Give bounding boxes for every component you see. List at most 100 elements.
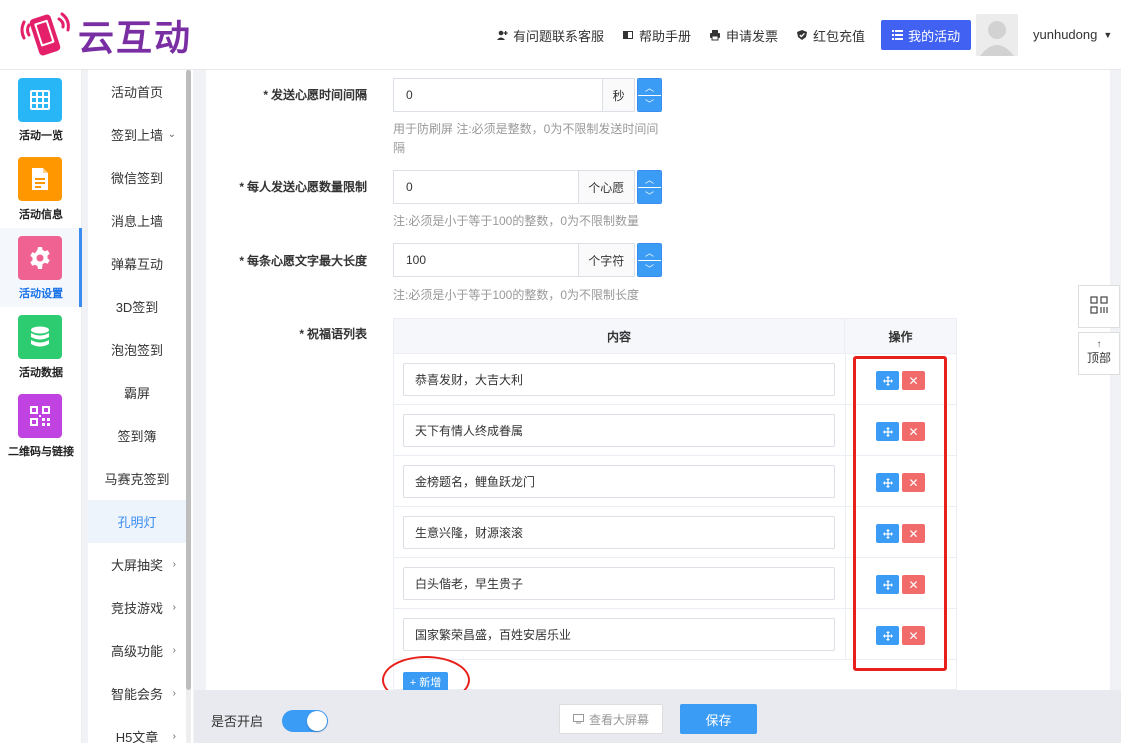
submenu-label: H5文章 xyxy=(115,730,159,743)
submenu-item-smart-meeting[interactable]: 智能会务 › xyxy=(88,672,186,715)
printer-icon xyxy=(709,29,721,41)
shield-check-icon xyxy=(796,29,808,41)
annotation-highlight-actions xyxy=(853,356,947,671)
submenu-item-wechat-checkin[interactable]: 微信签到 xyxy=(88,156,186,199)
submenu-label: 活动首页 xyxy=(110,85,163,100)
enable-toggle[interactable] xyxy=(282,710,328,732)
rail-item-qrcode-link[interactable]: 二维码与链接 xyxy=(0,386,82,465)
main-nav-rail: 活动一览 活动信息 活动设置 活动数据 二维码与链接 xyxy=(0,70,82,743)
chevron-right-icon: › xyxy=(172,688,176,699)
count-input[interactable] xyxy=(394,171,578,203)
chevron-right-icon: › xyxy=(172,602,176,613)
table-header: 内容 操作 xyxy=(394,319,956,354)
submenu-scrollbar[interactable] xyxy=(186,70,191,743)
submenu-label: 竞技游戏 xyxy=(110,601,163,616)
blessing-input[interactable]: 天下有情人终成眷属 xyxy=(403,414,835,447)
submenu-item-checkin-wall[interactable]: 签到上墙 ⌄ xyxy=(88,113,186,156)
help-manual-link[interactable]: 帮助手册 xyxy=(622,26,691,45)
red-packet-recharge-label: 红包充值 xyxy=(813,28,866,44)
interval-stepper[interactable]: ︿ ﹀ xyxy=(637,78,662,112)
count-stepper[interactable]: ︿ ﹀ xyxy=(637,170,662,204)
submenu-item-danmaku[interactable]: 弹幕互动 xyxy=(88,242,186,285)
submenu-item-bubble-checkin[interactable]: 泡泡签到 xyxy=(88,328,186,371)
chevron-up-icon[interactable]: ︿ xyxy=(638,79,661,95)
top-nav: 有问题联系客服 帮助手册 申请发票 红包充值 我的活动 xyxy=(496,20,972,50)
submenu-label: 3D签到 xyxy=(115,300,159,315)
submenu-label: 签到簿 xyxy=(117,429,157,444)
interval-field: 秒 xyxy=(393,78,635,112)
submenu-label: 大屏抽奖 xyxy=(110,558,163,573)
rail-item-activity-info[interactable]: 活动信息 xyxy=(0,149,82,228)
length-hint: 注:必须是小于等于100的整数，0为不限制长度 xyxy=(393,288,640,302)
submenu-item-games[interactable]: 竞技游戏 › xyxy=(88,586,186,629)
scrollbar-thumb[interactable] xyxy=(186,70,191,690)
rail-label: 活动信息 xyxy=(19,209,63,221)
avatar[interactable] xyxy=(976,14,1018,56)
submenu-item-activity-home[interactable]: 活动首页 xyxy=(88,70,186,113)
length-input[interactable] xyxy=(394,244,578,276)
save-button[interactable]: 保存 xyxy=(680,704,757,734)
rail-label: 活动设置 xyxy=(19,288,63,300)
submenu-label: 马赛克签到 xyxy=(104,472,170,487)
submenu-item-h5-article[interactable]: H5文章 › xyxy=(88,715,186,743)
submenu-label: 微信签到 xyxy=(110,171,163,186)
document-icon xyxy=(18,157,62,201)
blessing-input[interactable]: 生意兴隆，财源滚滚 xyxy=(403,516,835,549)
blessing-input[interactable]: 恭喜发财，大吉大利 xyxy=(403,363,835,396)
blessing-input[interactable]: 金榜题名，鲤鱼跃龙门 xyxy=(403,465,835,498)
column-header-action: 操作 xyxy=(888,330,913,344)
my-activity-button[interactable]: 我的活动 xyxy=(881,20,972,50)
interval-input[interactable] xyxy=(394,79,603,111)
submenu-label: 弹幕互动 xyxy=(110,257,163,272)
length-unit: 个字符 xyxy=(577,244,634,276)
brand-logo[interactable]: 云互动 xyxy=(18,8,192,62)
submenu-item-mosaic-checkin[interactable]: 马赛克签到 xyxy=(88,457,186,500)
float-qrcode-button[interactable] xyxy=(1078,285,1120,328)
settings-form: *发送心愿时间间隔 秒 ︿ ﹀ 用于防刷屏 注:必须是整数，0为不限制发送时间间… xyxy=(206,70,1110,692)
length-stepper[interactable]: ︿ ﹀ xyxy=(637,243,662,277)
interval-hint: 用于防刷屏 注:必须是整数，0为不限制发送时间间隔 xyxy=(393,122,659,155)
interval-label: * 发送心愿时间间隔 xyxy=(263,88,367,102)
list-icon xyxy=(892,28,904,43)
chevron-down-icon[interactable]: ﹀ xyxy=(638,260,661,276)
chevron-up-icon[interactable]: ︿ xyxy=(638,171,661,187)
blessing-input[interactable]: 白头偕老，早生贵子 xyxy=(403,567,835,600)
submenu-label: 泡泡签到 xyxy=(110,343,163,358)
chevron-down-icon[interactable]: ﹀ xyxy=(638,187,661,203)
user-menu[interactable]: yunhudong ▼ xyxy=(1033,27,1112,42)
username: yunhudong xyxy=(1033,27,1098,42)
submenu-item-signin-book[interactable]: 签到簿 xyxy=(88,414,186,457)
submenu-item-sky-lantern[interactable]: 孔明灯 xyxy=(88,500,186,543)
submenu-item-advanced[interactable]: 高级功能 › xyxy=(88,629,186,672)
submenu-label: 签到上墙 xyxy=(110,128,163,143)
back-to-top-button[interactable]: ↑ 顶部 xyxy=(1078,332,1120,375)
contact-support-link[interactable]: 有问题联系客服 xyxy=(496,26,604,45)
chevron-down-icon[interactable]: ﹀ xyxy=(638,95,661,111)
blessing-input[interactable]: 国家繁荣昌盛，百姓安居乐业 xyxy=(403,618,835,651)
view-big-screen-button[interactable]: 查看大屏幕 xyxy=(559,704,663,734)
rail-item-activity-data[interactable]: 活动数据 xyxy=(0,307,82,386)
red-packet-recharge-link[interactable]: 红包充值 xyxy=(796,26,865,45)
rail-item-activity-settings[interactable]: 活动设置 xyxy=(0,228,82,307)
count-unit: 个心愿 xyxy=(577,171,634,203)
rail-item-activity-list[interactable]: 活动一览 xyxy=(0,70,82,149)
submenu-item-message-wall[interactable]: 消息上墙 xyxy=(88,199,186,242)
chevron-right-icon: › xyxy=(172,731,176,742)
qrcode-icon xyxy=(18,394,62,438)
submenu-item-lottery[interactable]: 大屏抽奖 › xyxy=(88,543,186,586)
my-activity-label: 我的活动 xyxy=(908,28,961,44)
apply-invoice-link[interactable]: 申请发票 xyxy=(709,26,778,45)
submenu-label: 高级功能 xyxy=(110,644,163,659)
back-to-top-label: 顶部 xyxy=(1086,351,1111,365)
chevron-right-icon: › xyxy=(172,559,176,570)
brand-name: 云互动 xyxy=(78,18,193,59)
chevron-up-icon[interactable]: ︿ xyxy=(638,244,661,260)
submenu-item-screen-takeover[interactable]: 霸屏 xyxy=(88,371,186,414)
apps-grid-icon xyxy=(1090,296,1108,317)
interval-unit: 秒 xyxy=(602,79,634,111)
enable-toggle-label: 是否开启 xyxy=(211,714,264,729)
help-manual-label: 帮助手册 xyxy=(639,28,692,44)
submenu-item-3d-checkin[interactable]: 3D签到 xyxy=(88,285,186,328)
length-label: * 每条心愿文字最大长度 xyxy=(239,254,367,268)
rail-label: 活动一览 xyxy=(19,130,63,142)
